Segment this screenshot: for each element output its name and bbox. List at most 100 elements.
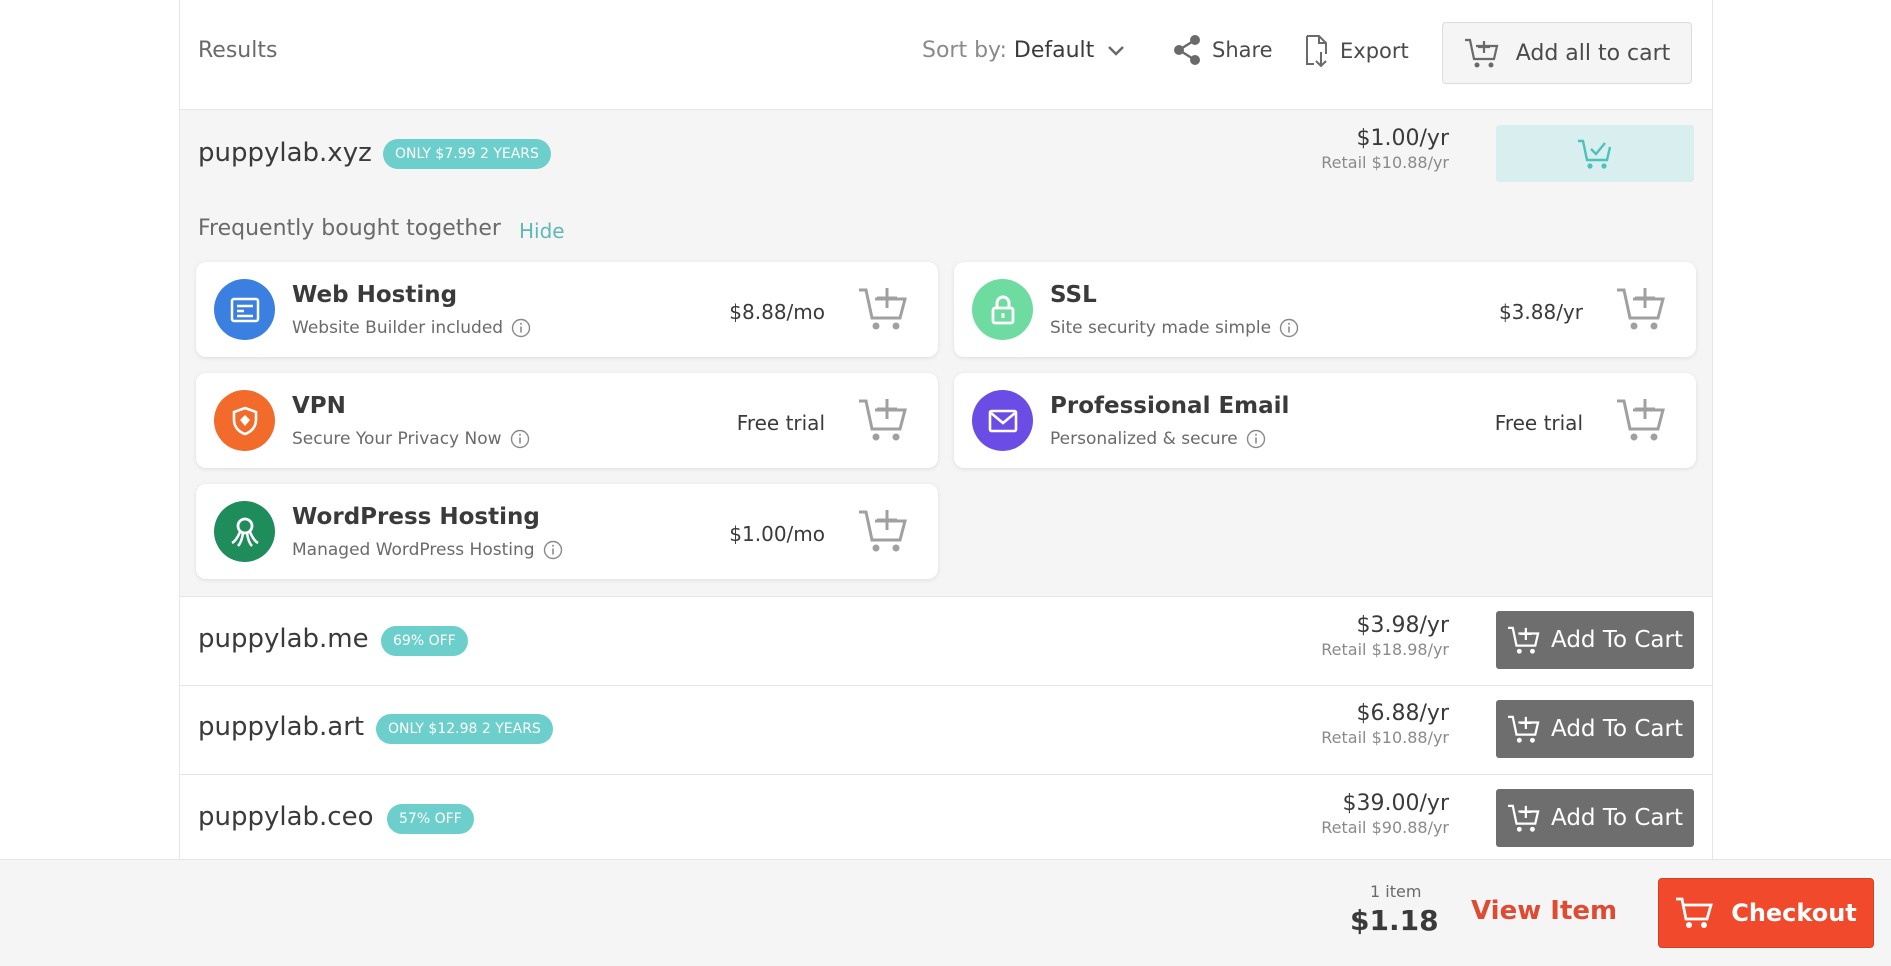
- add-addon-button[interactable]: [1616, 397, 1666, 447]
- in-cart-button[interactable]: [1496, 125, 1694, 182]
- share-icon: [1174, 35, 1200, 65]
- hide-link[interactable]: Hide: [519, 219, 565, 243]
- domain-name[interactable]: puppylab.ceo: [198, 802, 374, 832]
- share-label: Share: [1212, 38, 1273, 62]
- price-block: $3.98/yr Retail $18.98/yr: [1321, 613, 1449, 659]
- price: $3.98/yr: [1356, 613, 1449, 638]
- add-addon-button[interactable]: [858, 508, 908, 558]
- add-to-cart-button[interactable]: Add To Cart: [1496, 611, 1694, 669]
- addon-price: Free trial: [1494, 411, 1583, 435]
- retail-price: Retail $10.88/yr: [1321, 728, 1449, 747]
- price: $1.00/yr: [1356, 126, 1449, 151]
- addon-title: WordPress Hosting: [292, 504, 540, 530]
- wordpress-icon: [214, 501, 275, 562]
- results-title: Results: [198, 38, 278, 63]
- promo-badge: ONLY $12.98 2 YEARS: [376, 714, 553, 744]
- addon-title: Web Hosting: [292, 282, 458, 308]
- sort-dropdown[interactable]: Sort by: Default: [922, 38, 1125, 63]
- info-icon[interactable]: [510, 429, 530, 449]
- price-block: $6.88/yr Retail $10.88/yr: [1321, 701, 1449, 747]
- add-addon-button[interactable]: [858, 397, 908, 447]
- export-button[interactable]: Export: [1304, 34, 1409, 68]
- cart-plus-icon: [859, 510, 907, 552]
- sort-value: Default: [1013, 38, 1095, 63]
- cart-plus-icon: [859, 288, 907, 330]
- price-block: $1.00/yr Retail $10.88/yr: [1321, 126, 1449, 172]
- view-item-link[interactable]: View Item: [1471, 896, 1617, 926]
- lock-icon: [972, 279, 1033, 340]
- cart-plus-icon: [1508, 626, 1540, 654]
- share-button[interactable]: Share: [1172, 34, 1273, 66]
- add-all-label: Add all to cart: [1515, 40, 1671, 66]
- retail-price: Retail $18.98/yr: [1321, 640, 1449, 659]
- cart-footer: 1 item $1.18 View Item Checkout: [0, 859, 1891, 966]
- checkout-button[interactable]: Checkout: [1658, 878, 1874, 948]
- addon-subtitle-text: Site security made simple: [1050, 318, 1272, 338]
- add-to-cart-label: Add To Cart: [1551, 627, 1683, 653]
- featured-result: puppylab.xyz ONLY $7.99 2 YEARS $1.00/yr…: [180, 110, 1712, 597]
- promo-badge: ONLY $7.99 2 YEARS: [383, 139, 551, 169]
- cart-plus-icon: [859, 399, 907, 441]
- addon-subtitle-text: Personalized & secure: [1050, 429, 1238, 449]
- cart-plus-icon: [1617, 399, 1665, 441]
- price: $39.00/yr: [1342, 791, 1449, 816]
- frequently-bought-label: Frequently bought together: [198, 216, 501, 241]
- addon-subtitle: Site security made simple: [1050, 318, 1299, 338]
- cart-plus-icon: [1617, 288, 1665, 330]
- domain-name[interactable]: puppylab.xyz: [198, 138, 372, 168]
- vpn-icon: [214, 390, 275, 451]
- addon-subtitle: Secure Your Privacy Now: [292, 429, 530, 449]
- envelope-icon: [972, 390, 1033, 451]
- addon-price: Free trial: [736, 411, 825, 435]
- add-to-cart-button[interactable]: Add To Cart: [1496, 789, 1694, 847]
- result-row: puppylab.me 69% OFF $3.98/yr Retail $18.…: [180, 597, 1712, 686]
- addon-card-wordpress-hosting: WordPress Hosting Managed WordPress Host…: [196, 484, 938, 579]
- retail-price: Retail $90.88/yr: [1321, 818, 1449, 837]
- cart-plus-icon: [1464, 38, 1499, 68]
- add-to-cart-button[interactable]: Add To Cart: [1496, 700, 1694, 758]
- add-all-to-cart-button[interactable]: Add all to cart: [1442, 22, 1692, 84]
- info-icon[interactable]: [1246, 429, 1266, 449]
- addon-price: $1.00/mo: [729, 522, 825, 546]
- cart-total: $1.18: [1350, 904, 1439, 937]
- cart-check-icon: [1578, 139, 1612, 169]
- cart-plus-icon: [1508, 804, 1540, 832]
- addon-subtitle-text: Website Builder included: [292, 318, 504, 338]
- addon-card-professional-email: Professional Email Personalized & secure…: [954, 373, 1696, 468]
- addon-subtitle-text: Secure Your Privacy Now: [292, 429, 502, 449]
- info-icon[interactable]: [511, 318, 531, 338]
- addon-card-ssl: SSL Site security made simple $3.88/yr: [954, 262, 1696, 357]
- result-row: puppylab.ceo 57% OFF $39.00/yr Retail $9…: [180, 775, 1712, 863]
- addon-card-vpn: VPN Secure Your Privacy Now Free trial: [196, 373, 938, 468]
- results-panel: Results Sort by: Default Share Export Ad…: [179, 0, 1713, 965]
- addon-price: $3.88/yr: [1498, 300, 1583, 324]
- result-row: puppylab.art ONLY $12.98 2 YEARS $6.88/y…: [180, 686, 1712, 775]
- addon-card-web-hosting: Web Hosting Website Builder included $8.…: [196, 262, 938, 357]
- discount-badge: 57% OFF: [387, 804, 474, 834]
- price-block: $39.00/yr Retail $90.88/yr: [1321, 791, 1449, 837]
- retail-price: Retail $10.88/yr: [1321, 153, 1449, 172]
- export-icon: [1306, 35, 1327, 68]
- web-hosting-icon: [214, 279, 275, 340]
- add-to-cart-label: Add To Cart: [1551, 716, 1683, 742]
- addon-title: SSL: [1050, 282, 1097, 308]
- addon-price: $8.88/mo: [729, 300, 825, 324]
- chevron-down-icon: [1108, 46, 1125, 56]
- cart-item-count: 1 item: [1370, 882, 1422, 901]
- add-addon-button[interactable]: [1616, 286, 1666, 336]
- addon-title: VPN: [292, 393, 346, 419]
- addon-subtitle-text: Managed WordPress Hosting: [292, 540, 535, 560]
- addon-subtitle: Website Builder included: [292, 318, 531, 338]
- info-icon[interactable]: [1279, 318, 1299, 338]
- add-addon-button[interactable]: [858, 286, 908, 336]
- cart-icon: [1676, 897, 1714, 928]
- checkout-label: Checkout: [1731, 899, 1857, 927]
- export-label: Export: [1340, 39, 1409, 63]
- domain-name[interactable]: puppylab.art: [198, 712, 364, 742]
- cart-plus-icon: [1508, 715, 1540, 743]
- info-icon[interactable]: [543, 540, 563, 560]
- price: $6.88/yr: [1356, 701, 1449, 726]
- add-to-cart-label: Add To Cart: [1551, 805, 1683, 831]
- domain-name[interactable]: puppylab.me: [198, 624, 369, 654]
- addon-subtitle: Managed WordPress Hosting: [292, 540, 563, 560]
